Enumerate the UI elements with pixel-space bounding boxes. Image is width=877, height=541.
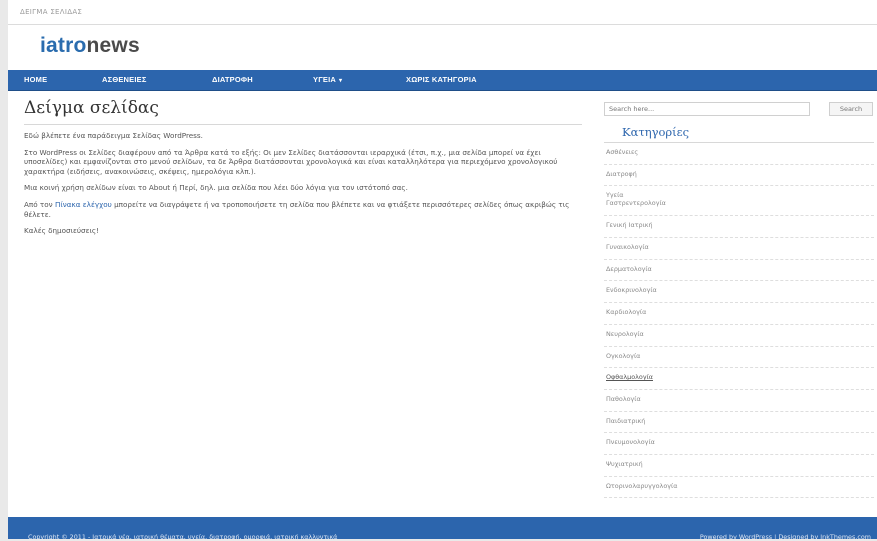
content-paragraph: Καλές δημοσιεύσεις! bbox=[24, 226, 100, 236]
category-item[interactable]: Παθολογία bbox=[604, 390, 874, 412]
categories-widget-title: Κατηγορίες bbox=[622, 125, 690, 139]
content-paragraph: Στο WordPress οι Σελίδες διαφέρουν από τ… bbox=[24, 147, 558, 176]
page-container: ΔΕΙΓΜΑ ΣΕΛΙΔΑΣ iatronews HOME ΑΣΘΕΝΕΙΕΣ … bbox=[8, 0, 877, 541]
page-content: Εδώ βλέπετε ένα παράδειγμα Σελίδας WordP… bbox=[24, 131, 578, 243]
page-title: Δείγμα σελίδας bbox=[24, 98, 159, 118]
category-item[interactable]: Γαστρεντερολογία bbox=[606, 199, 874, 207]
nav-item-diatrofi[interactable]: ΔΙΑΤΡΟΦΗ bbox=[212, 70, 253, 90]
footer-copyright: Copyright © 2011 - Ιατρικά νέα, ιατρική … bbox=[28, 533, 338, 541]
content-paragraph: Μια κοινή χρήση σελίδων είναι το About ή… bbox=[24, 183, 408, 193]
site-footer: Copyright © 2011 - Ιατρικά νέα, ιατρική … bbox=[8, 517, 877, 541]
category-item[interactable]: Υγεία bbox=[606, 191, 874, 199]
content-paragraph-with-link: Από τον Πίνακα ελέγχου μπορείτε να διαγρ… bbox=[24, 200, 578, 219]
search-button[interactable]: Search bbox=[829, 102, 873, 116]
nav-item-choris-katigoria[interactable]: ΧΩΡΙΣ ΚΑΤΗΓΟΡΙΑ bbox=[406, 70, 477, 90]
main-navigation: HOME ΑΣΘΕΝΕΙΕΣ ΔΙΑΤΡΟΦΗ ΥΓΕΙΑ ▾ ΧΩΡΙΣ ΚΑΤ… bbox=[8, 70, 877, 91]
category-item[interactable]: Νευρολογία bbox=[604, 325, 874, 347]
breadcrumb: ΔΕΙΓΜΑ ΣΕΛΙΔΑΣ bbox=[20, 8, 83, 16]
nav-item-home[interactable]: HOME bbox=[24, 70, 47, 90]
paragraph-text: Από τον bbox=[24, 199, 55, 209]
footer-credits[interactable]: Powered by WordPress | Designed by InkTh… bbox=[700, 533, 871, 541]
title-divider bbox=[24, 124, 582, 125]
category-item[interactable]: Γενική Ιατρική bbox=[604, 216, 874, 239]
category-item[interactable]: Γυναικολογία bbox=[604, 238, 874, 260]
category-item[interactable]: Καρδιολογία bbox=[604, 303, 874, 325]
content-paragraph: Εδώ βλέπετε ένα παράδειγμα Σελίδας WordP… bbox=[24, 131, 203, 140]
category-item[interactable]: Ενδοκρινολογία bbox=[604, 281, 874, 304]
category-item[interactable]: Πνευμονολογία bbox=[604, 433, 874, 455]
nav-item-astheneies[interactable]: ΑΣΘΕΝΕΙΕΣ bbox=[102, 70, 147, 90]
category-item[interactable]: Ασθένειες bbox=[604, 143, 874, 165]
categories-list: Ασθένειες Διατροφή Υγεία Γαστρεντερολογί… bbox=[604, 143, 874, 499]
category-item[interactable]: Δερματολογία bbox=[604, 260, 874, 282]
header-divider bbox=[8, 24, 877, 25]
nav-item-ygeia-label: ΥΓΕΙΑ bbox=[313, 75, 337, 84]
category-item[interactable]: Παιδιατρική bbox=[604, 412, 874, 434]
category-item[interactable]: Ογκολογία bbox=[604, 347, 874, 369]
site-logo[interactable]: iatronews bbox=[40, 34, 140, 58]
category-item[interactable]: Ωτορινολαρυγγολογία bbox=[604, 477, 874, 499]
logo-part-iatro: iatro bbox=[40, 34, 87, 57]
category-item[interactable]: Διατροφή bbox=[604, 165, 874, 187]
dashboard-link[interactable]: Πίνακα ελέγχου bbox=[55, 200, 112, 209]
category-item-group: Υγεία Γαστρεντερολογία bbox=[604, 186, 874, 217]
nav-item-ygeia[interactable]: ΥΓΕΙΑ ▾ bbox=[313, 70, 342, 90]
search-input[interactable] bbox=[604, 102, 810, 116]
logo-part-news: news bbox=[86, 34, 140, 57]
category-item[interactable]: Ψυχιατρική bbox=[604, 455, 874, 477]
chevron-down-icon: ▾ bbox=[339, 78, 343, 84]
category-item-hovered[interactable]: Οφθαλμολογία bbox=[604, 368, 874, 390]
